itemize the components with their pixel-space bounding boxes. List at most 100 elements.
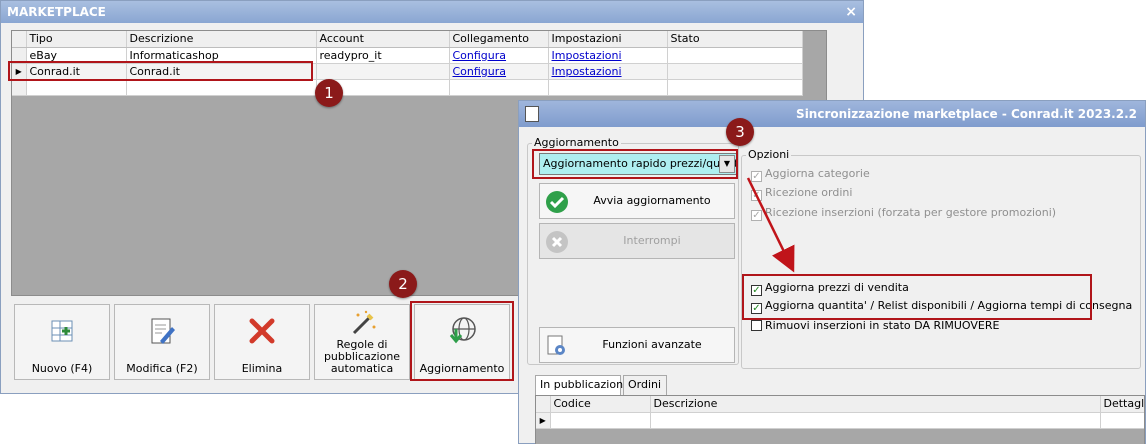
column-header-codice[interactable]: Codice [550,396,651,413]
stop-x-icon [546,231,568,253]
cell-descrizione[interactable]: Conrad.it [126,63,317,80]
cell-account[interactable]: readypro_it [316,47,450,64]
checkbox-label: Ricezione inserzioni (forzata per gestor… [765,206,1057,219]
cell-empty[interactable] [550,412,651,429]
rimuovi-inserzioni-checkbox[interactable]: Rimuovi inserzioni in stato DA RIMUOVERE [751,319,999,335]
step-badge-2: 2 [389,270,417,298]
cell-empty[interactable] [26,79,127,96]
cell-descrizione[interactable]: Informaticashop [126,47,317,64]
sync-title: Sincronizzazione marketplace - Conrad.it… [796,107,1137,121]
delete-x-icon [215,315,309,347]
sync-title-bar: Sincronizzazione marketplace - Conrad.it… [519,101,1145,127]
interrompi-button[interactable]: Interrompi [539,223,735,259]
table-header-row: Codice Descrizione Dettagli [536,396,1144,413]
configura-link[interactable]: Configura [453,49,507,62]
tab-ordini[interactable]: Ordini [623,375,667,395]
aggiorna-categorie-checkbox[interactable]: ✓ Aggiorna categorie [751,167,870,183]
cell-empty[interactable] [1100,412,1144,429]
window-icon [525,106,539,122]
chevron-down-icon[interactable]: ▼ [719,155,735,173]
regole-button[interactable]: Regole di pubblicazione automatica [314,304,410,380]
aggiornamento-label: Aggiornamento [419,362,505,375]
column-header-account[interactable]: Account [316,31,450,48]
checkbox-label: Aggiorna categorie [765,167,870,180]
interrompi-label: Interrompi [623,234,681,247]
cell-impostazioni[interactable]: Impostazioni [548,47,668,64]
cell-stato[interactable] [667,47,803,64]
column-header-descrizione[interactable]: Descrizione [650,396,1101,413]
step-badge-1: 1 [315,79,343,107]
checkbox-check-icon: ✓ [751,303,762,314]
cell-impostazioni[interactable]: Impostazioni [548,63,668,80]
impostazioni-link[interactable]: Impostazioni [552,65,622,78]
row-indicator-arrow-icon: ▶ [12,63,27,80]
cell-empty[interactable] [449,79,549,96]
aggiorna-quantita-checkbox[interactable]: ✓ Aggiorna quantita' / Relist disponibili… [751,299,1132,315]
checkbox-label: Rimuovi inserzioni in stato DA RIMUOVERE [765,319,1000,332]
cell-tipo[interactable]: Conrad.it [26,63,127,80]
cell-empty[interactable] [548,79,668,96]
modifica-label: Modifica (F2) [126,362,198,375]
table-row-empty[interactable] [12,79,803,96]
table-row[interactable]: eBay Informaticashop readypro_it Configu… [12,47,803,64]
column-header-dettagli[interactable]: Dettagli [1100,396,1144,413]
marketplace-title-bar: MARKETPLACE × [1,1,863,23]
cell-collegamento[interactable]: Configura [449,63,549,80]
table-header-row: Tipo Descrizione Account Collegamento Im… [12,31,803,48]
cell-empty[interactable] [667,79,803,96]
add-row-icon [15,315,109,347]
checkbox-label: Aggiorna quantita' / Relist disponibili … [765,299,1133,312]
globe-download-icon [415,315,509,347]
modifica-button[interactable]: Modifica (F2) [114,304,210,380]
checkbox-check-icon: ✓ [751,210,762,221]
column-header-descrizione[interactable]: Descrizione [126,31,317,48]
table-row[interactable]: ▶ Conrad.it Conrad.it Configura Impostaz… [12,63,803,80]
cell-account[interactable] [316,63,450,80]
row-indicator-header [536,396,551,413]
ricezione-inserzioni-checkbox[interactable]: ✓ Ricezione inserzioni (forzata per gesto… [751,206,1056,222]
checkbox-check-icon: ✓ [751,190,762,201]
funzioni-label: Funzioni avanzate [602,338,702,351]
regole-label: Regole di pubblicazione automatica [323,338,401,375]
elimina-button[interactable]: Elimina [214,304,310,380]
row-indicator-header [12,31,27,48]
cell-collegamento[interactable]: Configura [449,47,549,64]
ricezione-ordini-checkbox[interactable]: ✓ Ricezione ordini [751,186,852,202]
check-circle-icon [546,191,568,213]
marketplace-title: MARKETPLACE [7,5,106,19]
aggiorna-prezzi-checkbox[interactable]: ✓ Aggiorna prezzi di vendita [751,281,909,297]
tab-in-pubblicazione[interactable]: In pubblicazione [535,375,630,396]
aggiornamento-legend: Aggiornamento [532,136,621,149]
cell-empty[interactable] [126,79,317,96]
cell-empty[interactable] [650,412,1101,429]
column-header-impostazioni[interactable]: Impostazioni [548,31,668,48]
elimina-label: Elimina [241,362,283,375]
row-indicator [12,79,27,96]
cell-tipo[interactable]: eBay [26,47,127,64]
pubblicazione-grid: Codice Descrizione Dettagli ▶ [535,395,1145,444]
cell-stato[interactable] [667,63,803,80]
funzioni-avanzate-button[interactable]: Funzioni avanzate [539,327,735,363]
impostazioni-link[interactable]: Impostazioni [552,49,622,62]
nuovo-button[interactable]: Nuovo (F4) [14,304,110,380]
close-icon[interactable]: × [845,1,857,23]
configura-link[interactable]: Configura [453,65,507,78]
checkbox-empty-icon [751,320,762,331]
column-header-tipo[interactable]: Tipo [26,31,127,48]
opzioni-legend: Opzioni [746,148,792,161]
checkbox-label: Ricezione ordini [765,186,853,199]
checkbox-check-icon: ✓ [751,171,762,182]
step-badge-3: 3 [726,118,754,146]
table-row[interactable]: ▶ [536,412,1144,429]
magic-wand-icon [315,309,409,341]
avvia-aggiornamento-button[interactable]: Avvia aggiornamento [539,183,735,219]
marketplace-table: Tipo Descrizione Account Collegamento Im… [12,31,803,96]
edit-document-icon [115,315,209,347]
checkbox-check-icon: ✓ [751,285,762,296]
column-header-stato[interactable]: Stato [667,31,803,48]
settings-document-icon [547,335,565,355]
update-mode-select[interactable]: Aggiornamento rapido prezzi/quantità ▼ [539,153,737,175]
column-header-collegamento[interactable]: Collegamento [449,31,549,48]
row-indicator [12,47,27,64]
aggiornamento-button[interactable]: Aggiornamento [414,304,510,380]
